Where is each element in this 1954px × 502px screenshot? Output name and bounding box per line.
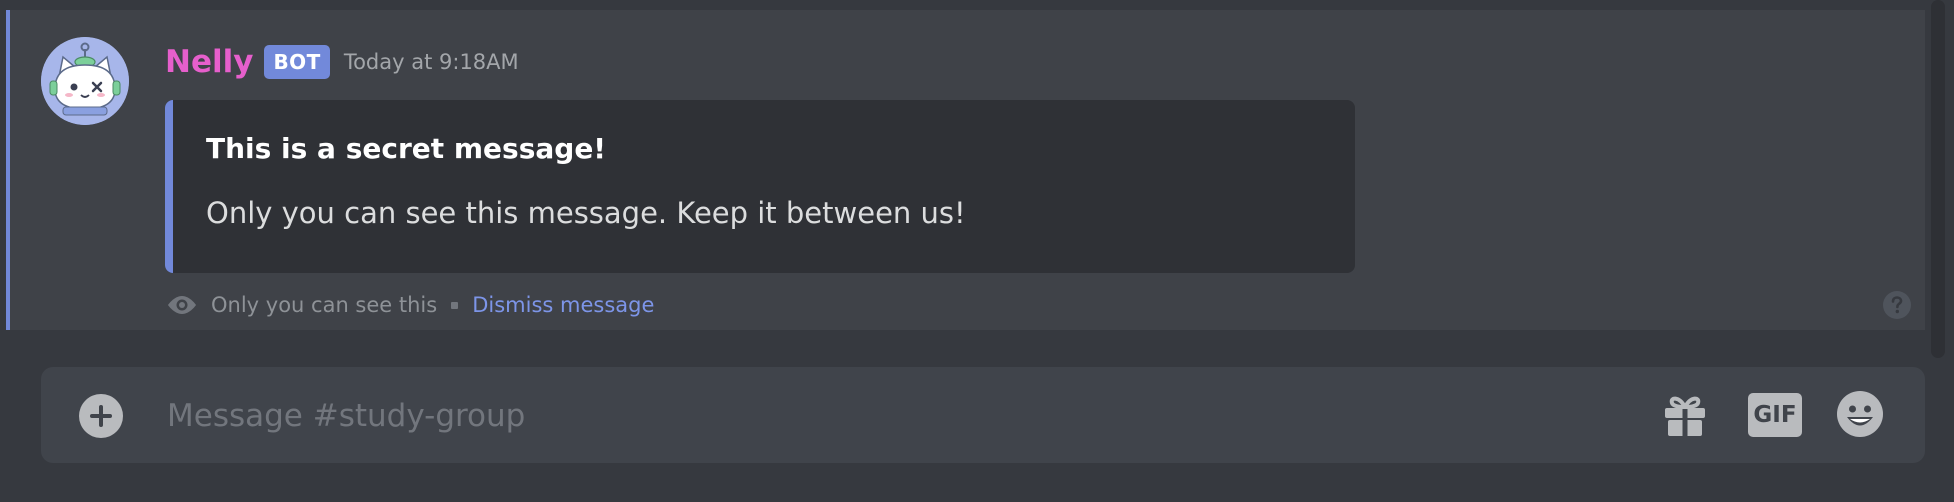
timestamp: Today at 9:18AM bbox=[343, 50, 519, 74]
robot-cat-avatar-icon bbox=[41, 37, 129, 125]
add-attachment-button[interactable] bbox=[79, 394, 123, 438]
visibility-notice: Only you can see this bbox=[211, 293, 438, 317]
emoji-icon[interactable] bbox=[1836, 390, 1884, 438]
avatar[interactable] bbox=[41, 37, 129, 125]
dismiss-message-link[interactable]: Dismiss message bbox=[472, 293, 654, 317]
message-composer: GIF bbox=[41, 367, 1925, 463]
embed-title: This is a secret message! bbox=[206, 132, 607, 165]
gif-button[interactable]: GIF bbox=[1748, 393, 1802, 437]
ephemeral-footer: Only you can see this Dismiss message bbox=[165, 287, 654, 323]
gif-label: GIF bbox=[1753, 402, 1797, 428]
embed-description: Only you can see this message. Keep it b… bbox=[206, 196, 966, 230]
message-embed: This is a secret message! Only you can s… bbox=[165, 100, 1355, 273]
embed-accent-border bbox=[165, 100, 173, 273]
gift-icon[interactable] bbox=[1661, 390, 1709, 438]
ephemeral-message: Nelly BOT Today at 9:18AM This is a secr… bbox=[6, 10, 1925, 330]
scrollbar[interactable] bbox=[1931, 0, 1945, 358]
bot-tag: BOT bbox=[264, 45, 330, 79]
username[interactable]: Nelly bbox=[165, 44, 253, 80]
message-header: Nelly BOT Today at 9:18AM bbox=[165, 40, 519, 84]
ephemeral-indicator-bar bbox=[6, 10, 10, 330]
chat-area: Nelly BOT Today at 9:18AM This is a secr… bbox=[0, 0, 1925, 330]
eye-icon bbox=[168, 296, 196, 314]
message-input[interactable] bbox=[165, 387, 1469, 445]
help-icon[interactable] bbox=[1882, 290, 1912, 320]
separator-dot bbox=[451, 301, 459, 309]
